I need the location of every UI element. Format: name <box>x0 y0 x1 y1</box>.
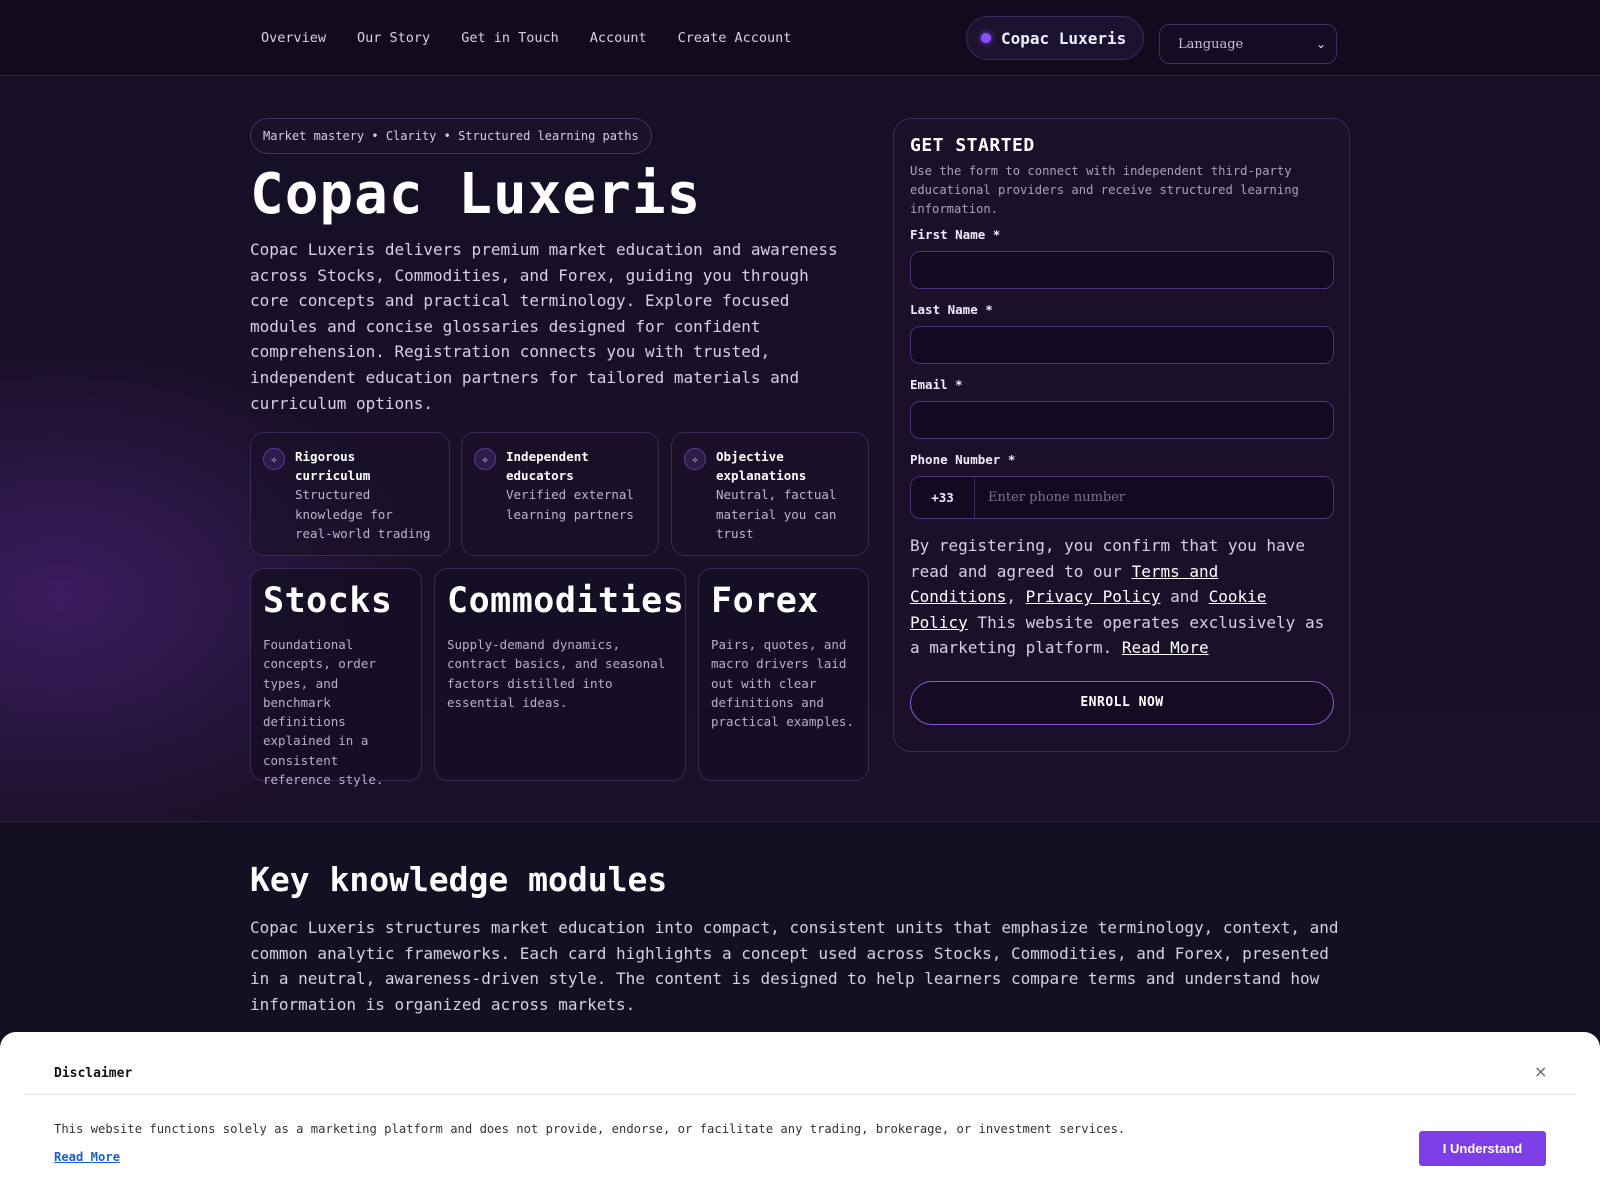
brand-logo[interactable]: Copac Luxeris <box>966 16 1144 60</box>
brand-dot-icon <box>981 33 991 43</box>
disclaimer-banner: Disclaimer × This website functions sole… <box>0 1032 1600 1200</box>
language-select-label: Language <box>1178 36 1244 52</box>
modules-title: Key knowledge modules <box>250 860 668 899</box>
close-icon[interactable]: × <box>1534 1062 1547 1081</box>
hero-title: Copac Luxeris <box>250 162 702 227</box>
phone-country-code[interactable]: +33 <box>911 477 975 518</box>
hero-description: Copac Luxeris delivers premium market ed… <box>250 240 838 413</box>
phone-field-group: +33 <box>910 476 1334 519</box>
feature-title: Rigorous curriculum <box>295 449 371 483</box>
sparkle-icon: ✧ <box>684 448 706 470</box>
registration-form: GET STARTED Use the form to connect with… <box>893 118 1350 752</box>
phone-field[interactable] <box>975 477 1333 518</box>
consent-text: By registering, you confirm that you hav… <box>910 536 1325 658</box>
nav-overview[interactable]: Overview <box>261 30 326 46</box>
i-understand-button[interactable]: I Understand <box>1419 1131 1546 1166</box>
first-name-field[interactable] <box>910 251 1334 289</box>
last-name-label: Last Name * <box>910 302 993 317</box>
form-title: GET STARTED <box>910 135 1035 156</box>
nav-get-in-touch[interactable]: Get in Touch <box>461 30 559 46</box>
nav-our-story[interactable]: Our Story <box>357 30 430 46</box>
brand-name: Copac Luxeris <box>1001 28 1127 48</box>
form-subtitle: Use the form to connect with independent… <box>910 164 1299 216</box>
disclaimer-read-more-link[interactable]: Read More <box>54 1150 120 1164</box>
nav-create-account[interactable]: Create Account <box>678 30 792 46</box>
sparkle-icon: ✧ <box>474 448 496 470</box>
market-title: Forex <box>711 581 819 621</box>
hero-tagline: Market mastery • Clarity • Structured le… <box>250 118 652 154</box>
feature-description: Neutral, factual material you can trust <box>716 487 837 541</box>
feature-description: Structured knowledge for real-world trad… <box>295 487 431 541</box>
market-description: Supply-demand dynamics, contract basics,… <box>447 637 666 710</box>
main-nav: Overview Our Story Get in Touch Account … <box>261 30 822 46</box>
market-card-forex: Forex Pairs, quotes, and macro drivers l… <box>698 568 869 781</box>
nav-account[interactable]: Account <box>590 30 647 46</box>
chevron-down-icon: ⌄ <box>1315 37 1326 51</box>
phone-label: Phone Number * <box>910 452 1016 467</box>
market-card-commodities: Commodities Supply-demand dynamics, cont… <box>434 568 686 781</box>
privacy-link[interactable]: Privacy Policy <box>1026 587 1161 606</box>
enroll-now-button[interactable]: ENROLL NOW <box>910 680 1334 725</box>
disclaimer-text: This website functions solely as a marke… <box>54 1122 1126 1136</box>
site-header: Overview Our Story Get in Touch Account … <box>0 0 1600 76</box>
feature-description: Verified external learning partners <box>506 487 634 522</box>
feature-card-explanations: ✧ Objective explanations Neutral, factua… <box>671 432 869 556</box>
feature-title: Independent educators <box>506 449 589 483</box>
market-description: Foundational concepts, order types, and … <box>263 637 384 788</box>
disclaimer-divider <box>24 1094 1576 1095</box>
feature-card-educators: ✧ Independent educators Verified externa… <box>461 432 659 556</box>
last-name-field[interactable] <box>910 326 1334 364</box>
modules-description: Copac Luxeris structures market educatio… <box>250 918 1339 1014</box>
email-field[interactable] <box>910 401 1334 439</box>
disclaimer-title: Disclaimer <box>54 1066 133 1081</box>
market-description: Pairs, quotes, and macro drivers laid ou… <box>711 637 854 730</box>
market-card-stocks: Stocks Foundational concepts, order type… <box>250 568 422 787</box>
feature-title: Objective explanations <box>716 449 807 483</box>
first-name-label: First Name * <box>910 227 1001 242</box>
language-select[interactable]: Language ⌄ <box>1159 24 1337 64</box>
market-title: Stocks <box>263 581 393 621</box>
feature-card-curriculum: ✧ Rigorous curriculum Structured knowled… <box>250 432 450 556</box>
email-label: Email * <box>910 377 963 392</box>
sparkle-icon: ✧ <box>263 448 285 470</box>
consent-read-more-link[interactable]: Read More <box>1122 638 1209 657</box>
market-title: Commodities <box>447 581 685 621</box>
